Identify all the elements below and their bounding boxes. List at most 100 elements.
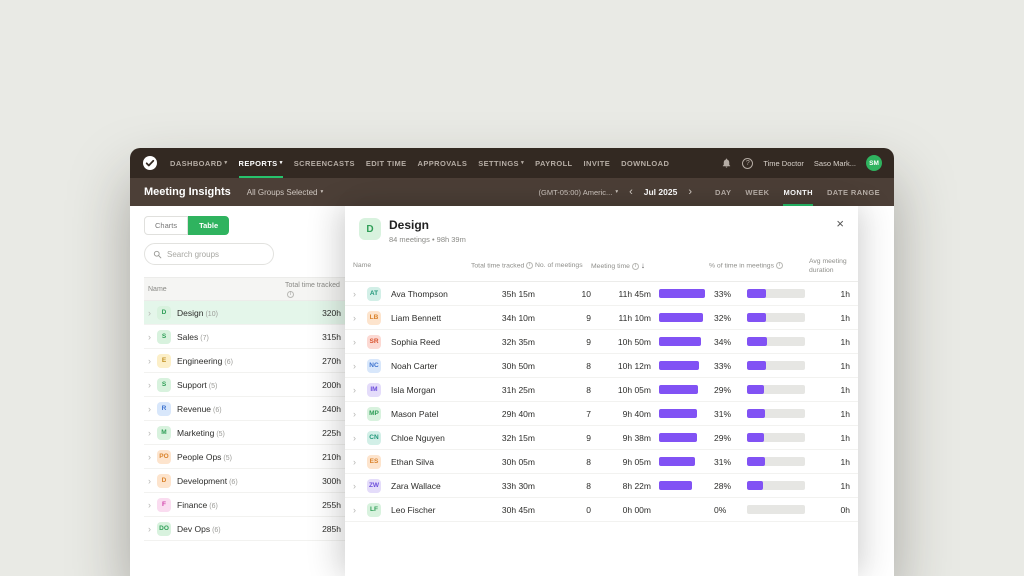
member-total-time: 32h 35m [501,336,535,347]
group-count: (10) [205,310,218,318]
expand-chevron-icon[interactable]: › [353,505,367,515]
column-avg-duration[interactable]: Avg meeting duration [809,258,850,275]
expand-chevron-icon[interactable]: › [353,361,367,371]
tab-month[interactable]: MONTH [783,178,813,206]
member-percent: 29% [714,432,732,443]
user-name[interactable]: Saso Mark... [814,159,856,168]
group-avatar: DO [157,521,171,536]
expand-chevron-icon[interactable]: › [353,433,367,443]
column-total-time[interactable]: Total time trackedi [285,281,341,299]
member-avg-duration: 1h [840,336,850,347]
group-name: Sales (7) [177,331,209,342]
group-row[interactable]: › S Support (5) 200h [144,373,345,397]
help-icon[interactable]: ? [742,157,754,169]
expand-chevron-icon[interactable]: › [353,409,367,419]
nav-dashboard[interactable]: DASHBOARD ▾ [170,148,228,178]
member-row[interactable]: › IM Isla Morgan 31h 25m 8 10h 05m 29% 1h [345,378,858,402]
member-row[interactable]: › MP Mason Patel 29h 40m 7 9h 40m 31% 1h [345,402,858,426]
member-meetings-count: 10 [581,288,591,299]
column-name[interactable]: Name [353,262,471,270]
search-input[interactable] [167,249,265,259]
nav-download[interactable]: DOWNLOAD [621,148,669,178]
tab-day[interactable]: DAY [715,178,731,206]
percent-bar-cell [739,481,809,490]
timezone-selector[interactable]: (GMT-05:00) Americ... ▾ [539,188,619,197]
member-row[interactable]: › AT Ava Thompson 35h 15m 10 11h 45m 33% 1h [345,282,858,306]
expand-chevron-icon[interactable]: › [148,476,151,486]
group-count: (5) [216,430,225,438]
user-avatar[interactable]: SM [866,155,882,171]
group-row[interactable]: › D Design (10) 320h [144,301,345,325]
group-row[interactable]: › F Finance (6) 255h [144,493,345,517]
group-row[interactable]: › DO Dev Ops (6) 285h [144,517,345,541]
column-meeting-time[interactable]: Meeting time i ↓ [591,261,709,271]
close-icon[interactable]: × [836,216,844,231]
info-icon: i [631,262,639,270]
expand-chevron-icon[interactable]: › [353,385,367,395]
group-row[interactable]: › M Marketing (5) 225h [144,421,345,445]
column-no-of-meetings[interactable]: No. of meetings [535,262,591,270]
column-percent-in-meetings[interactable]: % of time in meetings i [709,262,809,271]
member-row[interactable]: › NC Noah Carter 30h 50m 8 10h 12m 33% 1h [345,354,858,378]
member-name: Ethan Silva [391,456,434,467]
meeting-time-bar-cell [651,481,709,490]
sort-desc-icon[interactable]: ↓ [641,261,645,270]
member-row[interactable]: › ES Ethan Silva 30h 05m 8 9h 05m 31% 1h [345,450,858,474]
member-row[interactable]: › CN Chloe Nguyen 32h 15m 9 9h 38m 29% 1h [345,426,858,450]
expand-chevron-icon[interactable]: › [148,500,151,510]
group-row[interactable]: › R Revenue (6) 240h [144,397,345,421]
member-total-time: 32h 15m [501,432,535,443]
tab-date-range[interactable]: DATE RANGE [827,178,880,206]
group-avatar: E [157,353,171,368]
expand-chevron-icon[interactable]: › [353,481,367,491]
expand-chevron-icon[interactable]: › [148,452,151,462]
meeting-time-bar-cell [651,361,709,370]
nav-settings[interactable]: SETTINGS ▾ [478,148,524,178]
expand-chevron-icon[interactable]: › [148,428,151,438]
expand-chevron-icon[interactable]: › [148,332,151,342]
groups-selector[interactable]: All Groups Selected ▾ [247,188,323,197]
meeting-time-bar-cell [651,313,709,322]
nav-approvals[interactable]: APPROVALS [418,148,468,178]
member-row[interactable]: › SR Sophia Reed 32h 35m 9 10h 50m 34% 1h [345,330,858,354]
expand-chevron-icon[interactable]: › [353,289,367,299]
member-row[interactable]: › LF Leo Fischer 30h 45m 0 0h 00m 0% 0h [345,498,858,522]
group-row[interactable]: › S Sales (7) 315h [144,325,345,349]
nav-screencasts[interactable]: SCREENCASTS [294,148,355,178]
notifications-bell-icon[interactable] [721,157,732,169]
expand-chevron-icon[interactable]: › [353,457,367,467]
group-row[interactable]: › E Engineering (6) 270h [144,349,345,373]
percent-bar-fill [747,361,767,370]
member-avg-duration: 1h [840,456,850,467]
expand-chevron-icon[interactable]: › [148,356,151,366]
prev-period-button[interactable]: ‹ [627,186,635,198]
nav-payroll[interactable]: PAYROLL [535,148,572,178]
tab-week[interactable]: WEEK [745,178,769,206]
next-period-button[interactable]: › [686,186,694,198]
member-name: Leo Fischer [391,504,436,515]
expand-chevron-icon[interactable]: › [353,337,367,347]
member-row[interactable]: › LB Liam Bennett 34h 10m 9 11h 10m 32% 1h [345,306,858,330]
group-total-time: 225h [322,427,341,438]
search-groups-box[interactable] [144,243,274,265]
member-total-time: 30h 50m [501,360,535,371]
expand-chevron-icon[interactable]: › [148,404,151,414]
group-count: (6) [224,358,233,366]
member-name: Zara Wallace [391,480,441,491]
expand-chevron-icon[interactable]: › [148,308,151,318]
expand-chevron-icon[interactable]: › [353,313,367,323]
table-toggle-button[interactable]: Table [188,216,230,235]
nav-edit-time[interactable]: EDIT TIME [366,148,407,178]
company-name[interactable]: Time Doctor [763,159,804,168]
column-name[interactable]: Name [148,281,167,293]
group-row[interactable]: › PO People Ops (5) 210h [144,445,345,469]
group-row[interactable]: › D Development (6) 300h [144,469,345,493]
nav-invite[interactable]: INVITE [584,148,611,178]
meeting-time-bar [659,385,698,394]
member-row[interactable]: › ZW Zara Wallace 33h 30m 8 8h 22m 28% 1h [345,474,858,498]
column-total-time[interactable]: Total time trackedi [471,262,535,271]
expand-chevron-icon[interactable]: › [148,524,151,534]
expand-chevron-icon[interactable]: › [148,380,151,390]
charts-toggle-button[interactable]: Charts [144,216,189,235]
nav-reports[interactable]: REPORTS ▾ [238,148,284,178]
